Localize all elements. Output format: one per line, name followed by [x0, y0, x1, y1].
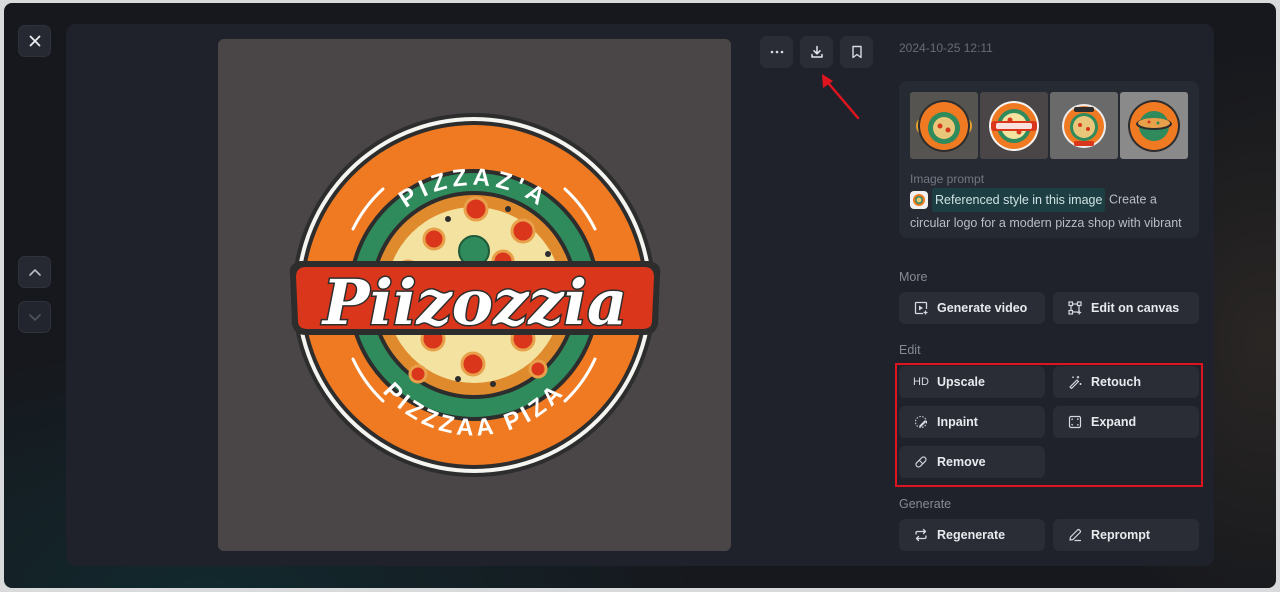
thumbnail-2[interactable] [980, 92, 1048, 159]
section-label-more: More [899, 270, 928, 284]
edit-on-canvas-button[interactable]: Edit on canvas [1053, 292, 1199, 324]
upscale-label: Upscale [937, 375, 985, 389]
video-plus-icon [913, 300, 929, 316]
bookmark-icon [851, 45, 862, 59]
inpaint-button[interactable]: Inpaint [899, 406, 1045, 438]
thumbnail-3[interactable] [1050, 92, 1118, 159]
section-label-edit: Edit [899, 343, 921, 357]
thumbnail-4[interactable] [1120, 92, 1188, 159]
next-image-button[interactable] [18, 301, 51, 333]
previous-image-button[interactable] [18, 256, 51, 288]
regenerate-label: Regenerate [937, 528, 1006, 542]
thumbnail-1[interactable] [910, 92, 978, 159]
details-sidebar: 2024-10-25 12:11 Image prompt Referenced… [899, 24, 1201, 566]
section-label-generate: Generate [899, 497, 952, 511]
chevron-up-icon [28, 268, 41, 276]
reprompt-button[interactable]: Reprompt [1053, 519, 1199, 551]
expand-icon [1067, 414, 1083, 430]
hd-icon: HD [913, 376, 929, 388]
prompt-label: Image prompt [910, 172, 985, 186]
image-viewer-window: PIZZAZ'A PIZZZAA PIZA Piizozzia 2024-10-… [4, 3, 1276, 588]
annotation-arrow [822, 74, 860, 120]
remove-label: Remove [937, 455, 986, 469]
more-horizontal-icon [770, 50, 783, 54]
prompt-text: Referenced style in this image Create a … [910, 188, 1192, 238]
expand-button[interactable]: Expand [1053, 406, 1199, 438]
download-icon [810, 45, 823, 58]
repeat-icon [913, 527, 929, 543]
retouch-button[interactable]: Retouch [1053, 366, 1199, 398]
logo-banner-text: Piizozzia [321, 266, 627, 339]
eraser-icon [913, 454, 929, 470]
download-button[interactable] [800, 36, 833, 68]
upscale-button[interactable]: HD Upscale [899, 366, 1045, 398]
generate-video-label: Generate video [937, 301, 1028, 315]
reference-style-chip[interactable]: Referenced style in this image [910, 188, 1106, 212]
retouch-label: Retouch [1091, 375, 1141, 389]
variation-thumbnails [910, 92, 1188, 159]
prompt-card: Image prompt Referenced style in this im… [899, 81, 1199, 238]
edit-on-canvas-label: Edit on canvas [1091, 301, 1180, 315]
remove-button[interactable]: Remove [899, 446, 1045, 478]
reprompt-label: Reprompt [1091, 528, 1151, 542]
pizza-logo-image: PIZZAZ'A PIZZZAA PIZA Piizozzia [289, 113, 661, 477]
close-button[interactable] [18, 25, 51, 57]
magic-wand-icon [1067, 374, 1083, 390]
close-icon [29, 35, 40, 47]
reference-image-thumbnail [910, 191, 928, 209]
canvas-icon [1067, 300, 1083, 316]
image-detail-panel: PIZZAZ'A PIZZZAA PIZA Piizozzia 2024-10-… [66, 24, 1214, 566]
pencil-icon [1067, 527, 1083, 543]
more-options-button[interactable] [760, 36, 793, 68]
inpaint-brush-icon [913, 414, 929, 430]
generated-image[interactable]: PIZZAZ'A PIZZZAA PIZA Piizozzia [218, 39, 731, 551]
created-timestamp: 2024-10-25 12:11 [899, 41, 993, 55]
reference-style-text: Referenced style in this image [932, 188, 1106, 212]
bookmark-button[interactable] [840, 36, 873, 68]
chevron-down-icon [28, 313, 41, 321]
expand-label: Expand [1091, 415, 1137, 429]
generate-video-button[interactable]: Generate video [899, 292, 1045, 324]
inpaint-label: Inpaint [937, 415, 978, 429]
regenerate-button[interactable]: Regenerate [899, 519, 1045, 551]
